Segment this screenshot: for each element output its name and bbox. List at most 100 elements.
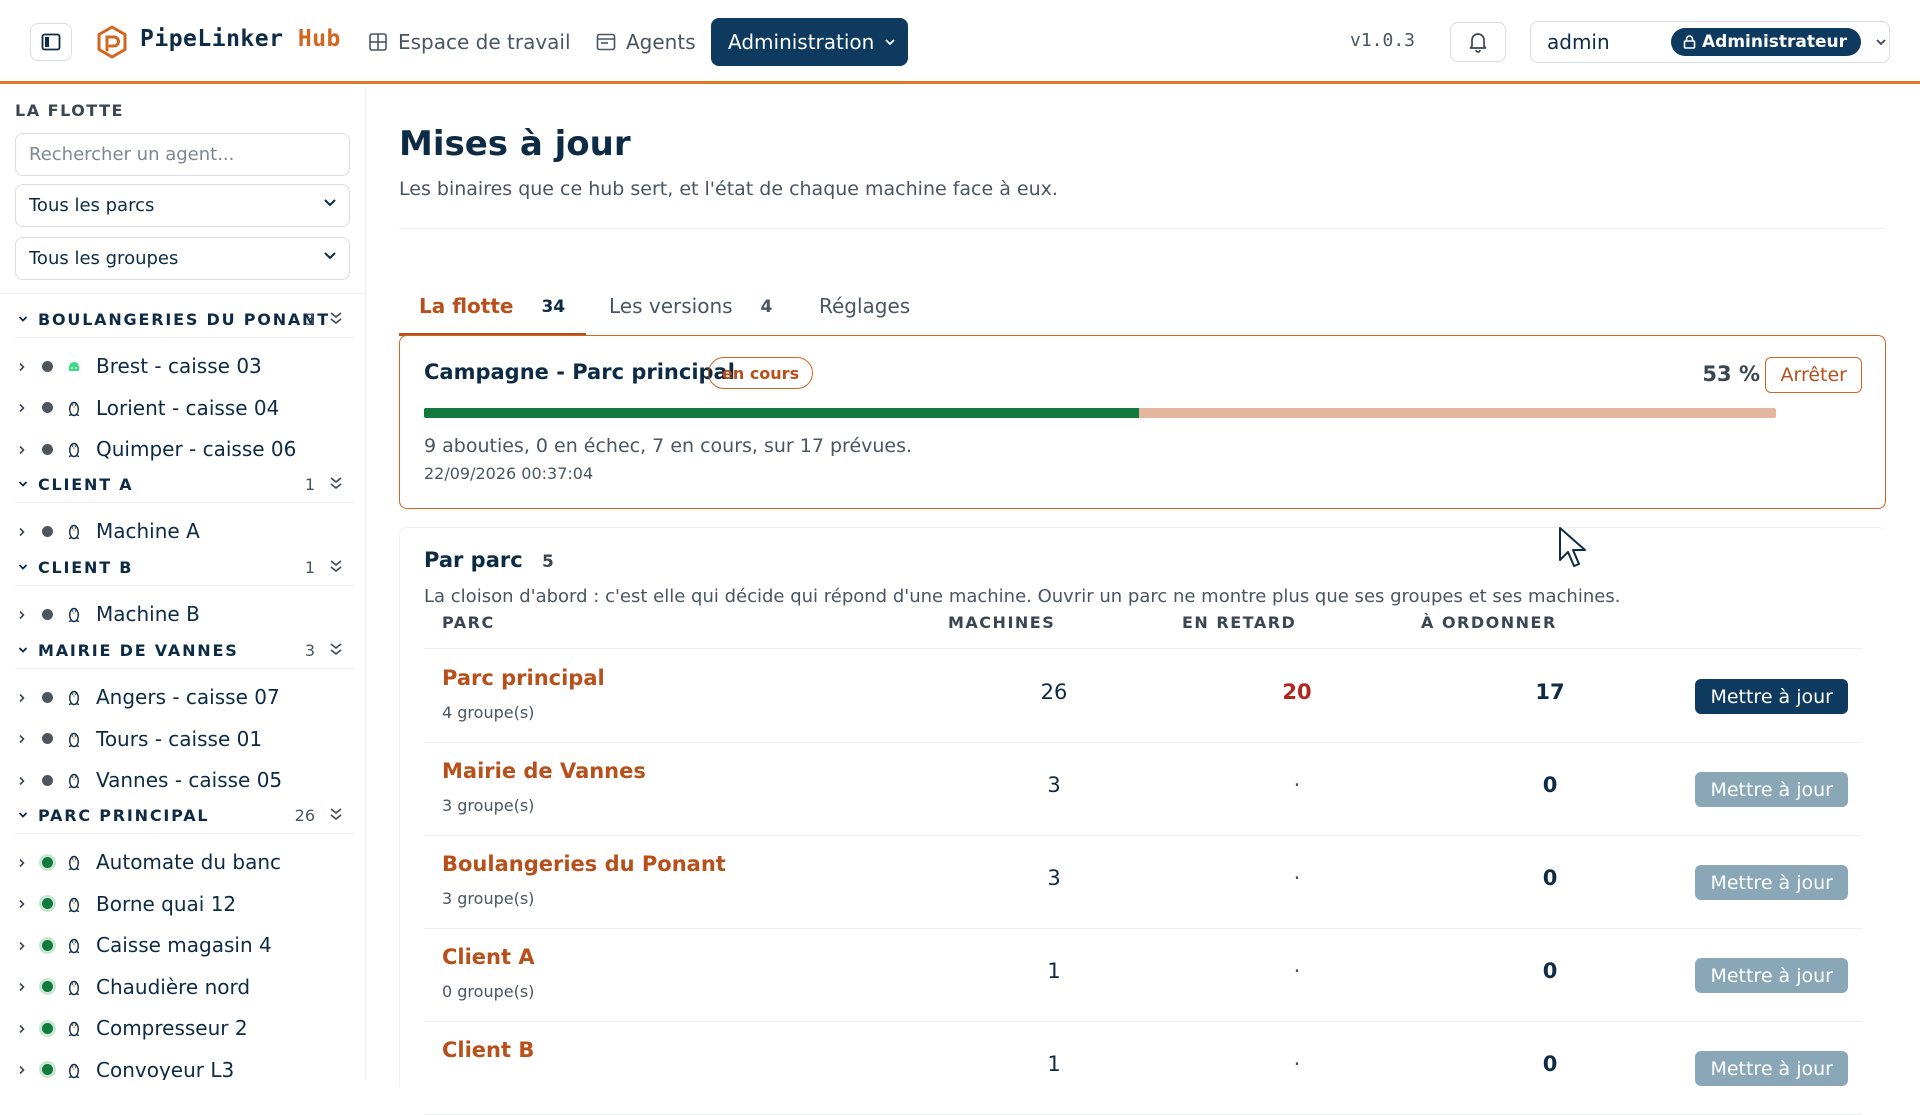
nav-workspace[interactable]: Espace de travail — [356, 18, 583, 66]
expand-agent-button[interactable] — [18, 853, 28, 872]
expand-group-button[interactable] — [329, 641, 343, 660]
campaign-card: Campagne - Parc principal en cours 53 % … — [399, 335, 1886, 509]
linux-icon — [66, 730, 82, 748]
expand-agent-button[interactable] — [18, 729, 28, 748]
linux-icon — [68, 607, 80, 623]
fleet-group-header[interactable]: CLIENT A 1 — [18, 469, 353, 499]
agent-list-item[interactable]: Compresseur 2 — [18, 1011, 348, 1045]
agent-list-item[interactable]: Automate du banc — [18, 845, 348, 879]
agent-search-input[interactable]: Rechercher un agent... — [15, 133, 350, 176]
sidebar-divider — [0, 293, 365, 294]
agent-list-item[interactable]: Caisse magasin 4 — [18, 928, 348, 962]
update-park-button[interactable]: Mettre à jour — [1695, 772, 1848, 807]
tab-settings[interactable]: Réglages — [799, 288, 930, 336]
brand-name: PipeLinker — [140, 26, 284, 52]
user-menu[interactable]: admin Administrateur — [1530, 21, 1890, 63]
agent-name: Tours - caisse 01 — [96, 726, 263, 751]
expand-agent-button[interactable] — [18, 771, 28, 790]
expand-agent-button[interactable] — [18, 688, 28, 707]
chevron-down-icon — [1876, 39, 1886, 46]
expand-agent-button[interactable] — [18, 894, 28, 913]
park-name-link[interactable]: Client A — [442, 945, 535, 969]
agent-list-item[interactable]: Vannes - caisse 05 — [18, 763, 348, 797]
agent-list-item[interactable]: Borne quai 12 — [18, 887, 348, 921]
park-name-link[interactable]: Mairie de Vannes — [442, 759, 646, 783]
expand-all-icon — [330, 312, 342, 325]
agent-list-item[interactable]: Angers - caisse 07 — [18, 680, 348, 714]
fleet-group-header[interactable]: PARC PRINCIPAL 26 — [18, 800, 353, 830]
expand-agent-button[interactable] — [18, 605, 28, 624]
expand-agent-button[interactable] — [18, 936, 28, 955]
fleet-group-count: 3 — [304, 640, 315, 660]
agent-list-item[interactable]: Tours - caisse 01 — [18, 722, 348, 756]
tab-fleet[interactable]: La flotte 34 — [399, 288, 586, 336]
update-park-button[interactable]: Mettre à jour — [1695, 865, 1848, 900]
sidebar-toggle-button[interactable] — [30, 23, 72, 61]
agent-list-item[interactable]: Convoyeur L3 — [18, 1053, 348, 1081]
park-name-link[interactable]: Boulangeries du Ponant — [442, 852, 726, 876]
group-filter-value: Tous les groupes — [29, 248, 179, 269]
chevron-right-icon — [19, 776, 25, 785]
park-name-link[interactable]: Client B — [442, 1038, 534, 1062]
expand-all-icon — [330, 643, 342, 656]
nav-administration[interactable]: Administration — [711, 18, 908, 66]
expand-agent-button[interactable] — [18, 977, 28, 996]
agent-list-item[interactable]: Machine A — [18, 514, 348, 548]
fleet-group-header[interactable]: MAIRIE DE VANNES 3 — [18, 635, 353, 665]
fleet-group-header[interactable]: BOULANGERIES DU PONANT 3 — [18, 304, 353, 334]
park-filter-select[interactable]: Tous les parcs — [15, 184, 350, 227]
chevron-right-icon — [19, 527, 25, 536]
expand-group-button[interactable] — [329, 806, 343, 825]
chevron-right-icon — [19, 1065, 25, 1075]
group-divider — [15, 585, 355, 586]
sidebar-title: LA FLOTTE — [15, 101, 124, 120]
pipelinker-logo-icon — [97, 25, 127, 59]
parks-title: Par parc — [424, 548, 523, 572]
agent-list-item[interactable]: Chaudière nord — [18, 970, 348, 1004]
update-park-button[interactable]: Mettre à jour — [1695, 679, 1848, 714]
tab-versions[interactable]: Les versions 4 — [589, 288, 792, 336]
agent-name: Convoyeur L3 — [96, 1057, 235, 1081]
expand-agent-button[interactable] — [18, 1060, 28, 1079]
fleet-group-name: MAIRIE DE VANNES — [38, 640, 239, 660]
chevron-right-icon — [19, 858, 25, 867]
linux-icon — [68, 1063, 80, 1078]
linux-icon — [68, 690, 80, 706]
nav-agents[interactable]: Agents — [584, 18, 708, 66]
agent-list-item[interactable]: Brest - caisse 03 — [18, 349, 348, 383]
agent-status-dot — [42, 981, 53, 992]
update-park-button[interactable]: Mettre à jour — [1695, 958, 1848, 993]
agent-list-item[interactable]: Lorient - caisse 04 — [18, 391, 348, 425]
linux-icon — [66, 936, 82, 954]
chevron-right-icon — [19, 941, 25, 950]
chevron-down-icon — [324, 199, 336, 207]
group-filter-select[interactable]: Tous les groupes — [15, 237, 350, 280]
park-name-link[interactable]: Parc principal — [442, 666, 605, 690]
expand-group-button[interactable] — [329, 310, 343, 329]
expand-group-button[interactable] — [329, 475, 343, 494]
expand-agent-button[interactable] — [18, 440, 28, 459]
expand-agent-button[interactable] — [18, 522, 28, 541]
expand-agent-button[interactable] — [18, 398, 28, 417]
column-header-order: À ORDONNER — [1421, 613, 1557, 632]
stop-campaign-button[interactable]: Arrêter — [1765, 357, 1862, 393]
park-groups-count: 0 groupe(s) — [442, 982, 535, 1001]
linux-icon — [68, 442, 80, 458]
expand-agent-button[interactable] — [18, 1019, 28, 1038]
expand-group-button[interactable] — [329, 558, 343, 577]
expand-agent-button[interactable] — [18, 357, 28, 376]
notifications-button[interactable] — [1450, 22, 1506, 62]
chevron-right-icon — [19, 693, 25, 702]
fleet-group-header[interactable]: CLIENT B 1 — [18, 552, 353, 582]
park-row: Parc principal 4 groupe(s) 26 20 17 Mettre à … — [424, 650, 1862, 743]
app-logo-text[interactable]: PipeLinker Hub — [140, 26, 341, 52]
campaign-status-badge: en cours — [708, 357, 814, 389]
agent-list-item[interactable]: Quimper - caisse 06 — [18, 432, 348, 466]
chevron-right-icon — [19, 362, 25, 371]
expand-all-icon — [330, 477, 342, 490]
update-park-button[interactable]: Mettre à jour — [1695, 1051, 1848, 1086]
agent-list-item[interactable]: Machine B — [18, 597, 348, 631]
chevron-right-icon — [19, 982, 25, 992]
agent-status-dot — [42, 856, 53, 868]
nav-agents-label: Agents — [626, 30, 696, 54]
